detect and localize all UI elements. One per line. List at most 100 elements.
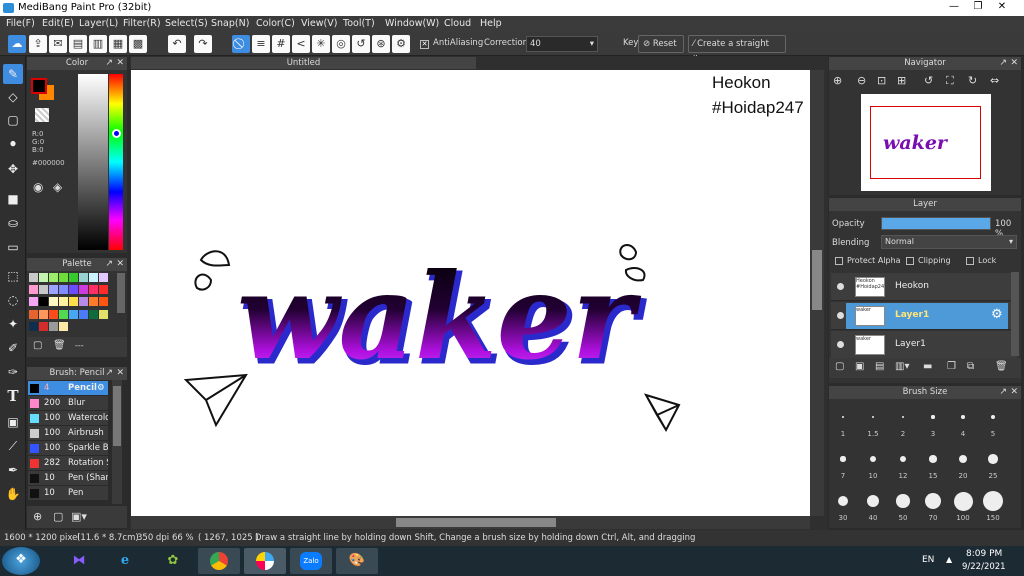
layer-row[interactable]: waker Layer1 ⚙ — [831, 302, 1017, 330]
move-tool-icon[interactable]: ✥ — [3, 159, 23, 179]
start-button[interactable]: ❖ — [2, 547, 40, 575]
popout-icon[interactable]: ↗ — [999, 57, 1007, 70]
palette-swatch[interactable] — [39, 309, 48, 319]
curve-snap-icon[interactable]: ↺ — [352, 35, 370, 53]
paint-icon[interactable]: 🎨 — [336, 548, 378, 574]
palette-swatch[interactable] — [89, 285, 98, 295]
gear-icon[interactable]: ⚙ — [991, 307, 1003, 322]
brush-size-option[interactable] — [837, 495, 849, 507]
palette-swatch[interactable] — [29, 285, 38, 295]
palette-swatch[interactable] — [69, 273, 78, 282]
menu-help[interactable]: Help — [480, 18, 502, 29]
brush-scrollbar[interactable] — [112, 380, 122, 504]
restore-button[interactable]: ❐ — [967, 0, 989, 14]
clock-time[interactable]: 8:09 PM — [966, 549, 1002, 559]
layer-scrollbar[interactable] — [1011, 272, 1019, 356]
palette-swatch[interactable] — [79, 285, 88, 295]
brush-menu-icon[interactable]: ▣▾ — [71, 510, 87, 523]
visibility-icon[interactable] — [837, 341, 844, 348]
divide-tool-icon[interactable]: ▣ — [3, 412, 23, 432]
fullscreen-icon[interactable]: ⛶ — [946, 74, 954, 88]
new-layer-icon[interactable]: ▢ — [835, 361, 844, 372]
antialiasing-checkbox[interactable]: ✕ — [420, 40, 429, 49]
navigator-preview[interactable]: waker — [861, 94, 991, 191]
brush-page-icon[interactable]: ▢ — [53, 510, 63, 523]
rectangle-tool-icon[interactable]: ▢ — [3, 110, 23, 130]
chrome-icon[interactable] — [198, 548, 240, 574]
vertical-scroll-thumb[interactable] — [812, 250, 822, 310]
close-icon[interactable]: ✕ — [116, 258, 124, 271]
palette-swatch[interactable] — [49, 273, 58, 282]
redo-icon[interactable]: ↷ — [194, 35, 212, 53]
horizontal-scroll-thumb[interactable] — [396, 518, 556, 527]
tray-arrow-icon[interactable]: ▲ — [946, 555, 952, 564]
brush-size-option[interactable] — [990, 414, 996, 420]
brush-size-option[interactable] — [869, 455, 876, 462]
lasso-tool-icon[interactable]: ◌ — [3, 290, 23, 310]
palette-swatch[interactable] — [99, 273, 108, 282]
straight-line-button[interactable]: ⁄ Create a straight line — [688, 35, 786, 65]
palette-swatch[interactable] — [29, 309, 38, 319]
menu-view[interactable]: View(V) — [301, 18, 337, 29]
minimize-button[interactable]: — — [943, 0, 965, 14]
flip-icon[interactable]: ⇔ — [990, 74, 999, 87]
actual-size-icon[interactable]: ⊞ — [897, 74, 906, 87]
palette-swatch[interactable] — [59, 297, 68, 307]
brush-size-option[interactable] — [929, 455, 937, 463]
merge-down-icon[interactable]: ⧉ — [967, 361, 974, 372]
snap-off-icon[interactable]: ⃠ — [232, 35, 250, 53]
circle-snap-icon[interactable]: ◎ — [332, 35, 350, 53]
brush-size-option[interactable] — [983, 491, 1003, 511]
palette-swatch[interactable] — [39, 273, 48, 282]
palette-scrollbar[interactable] — [117, 273, 125, 313]
palette-swatch[interactable] — [89, 273, 98, 282]
brush-item[interactable]: 10 Pen — [28, 486, 108, 501]
bucket-tool-icon[interactable]: ⛀ — [3, 213, 23, 233]
fill-rect-tool-icon[interactable]: ■ — [3, 189, 23, 209]
palette-swatch[interactable] — [29, 297, 38, 307]
text-tool-icon[interactable]: T — [3, 386, 23, 406]
folder-icon[interactable]: ▬ — [923, 361, 932, 372]
palette-swatch[interactable] — [59, 273, 68, 282]
delete-layer-icon[interactable]: 🗑 — [995, 361, 1008, 372]
protect-alpha-checkbox[interactable] — [835, 257, 843, 265]
palette-swatch[interactable] — [99, 297, 108, 307]
brush-item[interactable]: 100 Watercolor — [28, 411, 108, 426]
brush-add-icon[interactable]: ⊕ — [33, 510, 42, 523]
reset-button[interactable]: ⊘ Reset — [638, 35, 684, 53]
brush-item[interactable]: 100 Sparkle Brush — [28, 441, 108, 456]
new-8bit-layer-icon[interactable]: ▤ — [875, 361, 884, 372]
medibang-taskbar-icon[interactable] — [244, 548, 286, 574]
palette-swatch[interactable] — [39, 321, 48, 331]
language-indicator[interactable]: EN — [922, 555, 934, 565]
share-icon[interactable]: ⇪ — [29, 35, 47, 53]
menu-window[interactable]: Window(W) — [385, 18, 439, 29]
coccoc-icon[interactable]: ✿ — [156, 548, 190, 574]
hand-tool-icon[interactable]: ✋ — [3, 484, 23, 504]
close-button[interactable]: ✕ — [991, 0, 1013, 14]
hue-handle[interactable] — [112, 129, 121, 138]
zalo-icon[interactable]: Zalo — [290, 548, 332, 574]
palette-swatch[interactable] — [39, 285, 48, 295]
brush-size-option[interactable] — [953, 491, 973, 511]
close-icon[interactable]: ✕ — [1010, 386, 1018, 399]
page-icon[interactable]: ▥ — [89, 35, 107, 53]
palette-swatch[interactable] — [79, 273, 88, 282]
brush-item[interactable]: 10 Pen (Sharp) — [28, 471, 108, 486]
brush-size-option[interactable] — [931, 415, 935, 419]
rotate-right-icon[interactable]: ↻ — [968, 74, 977, 87]
rotate-left-icon[interactable]: ↺ — [924, 74, 933, 87]
chat-icon[interactable]: ✉ — [49, 35, 67, 53]
brush-size-option[interactable] — [925, 493, 941, 509]
popout-icon[interactable]: ↗ — [105, 57, 113, 70]
menu-cloud[interactable]: Cloud — [444, 18, 471, 29]
menu-layer[interactable]: Layer(L) — [79, 18, 118, 29]
palette-swatch[interactable] — [39, 297, 48, 307]
brush-size-option[interactable] — [961, 415, 965, 419]
brush-item[interactable]: 200 Blur — [28, 396, 108, 411]
dot-tool-icon[interactable]: ⦁ — [3, 133, 23, 153]
close-icon[interactable]: ✕ — [116, 367, 124, 380]
grid-icon[interactable]: ▦ — [109, 35, 127, 53]
select-eraser-tool-icon[interactable]: ✑ — [3, 362, 23, 382]
palette-swatch[interactable] — [59, 321, 68, 331]
